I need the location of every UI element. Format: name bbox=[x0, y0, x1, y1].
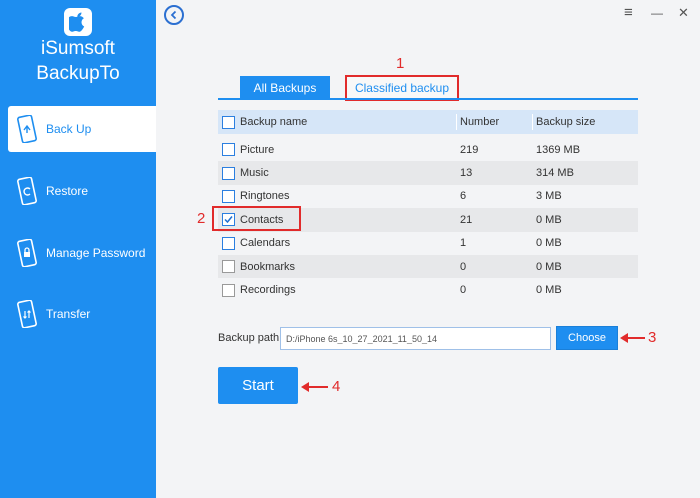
sidebar-item-back-up[interactable]: Back Up bbox=[8, 106, 156, 152]
row-size: 0 MB bbox=[536, 284, 562, 297]
minimize-icon[interactable]: — bbox=[651, 6, 663, 20]
row-number: 21 bbox=[460, 213, 473, 226]
tabs-underline bbox=[218, 98, 638, 100]
row-number: 13 bbox=[460, 167, 473, 180]
close-icon[interactable]: ✕ bbox=[678, 5, 689, 21]
table-header: Backup name Number Backup size bbox=[218, 110, 638, 134]
table-row[interactable]: Ringtones 6 3 MB bbox=[218, 185, 638, 208]
sidebar-item-label: Restore bbox=[46, 184, 89, 198]
row-checkbox[interactable] bbox=[222, 260, 235, 274]
sidebar-item-transfer[interactable]: Transfer bbox=[8, 291, 156, 337]
annotation-arrow-4 bbox=[301, 382, 328, 392]
header-number: Number bbox=[460, 116, 500, 128]
row-number: 219 bbox=[460, 143, 479, 156]
row-name: Ringtones bbox=[240, 190, 290, 203]
row-number: 6 bbox=[460, 190, 467, 203]
back-button[interactable] bbox=[164, 5, 184, 25]
phone-backup-icon bbox=[16, 115, 38, 143]
backup-path-input[interactable] bbox=[280, 327, 551, 350]
annotation-number-2: 2 bbox=[197, 210, 206, 227]
annotation-number-1: 1 bbox=[396, 55, 405, 72]
table-row[interactable]: Bookmarks 0 0 MB bbox=[218, 254, 638, 279]
select-all-checkbox[interactable] bbox=[222, 115, 235, 129]
choose-button[interactable]: Choose bbox=[556, 326, 618, 350]
menu-icon[interactable]: ≡ bbox=[624, 4, 633, 21]
row-name: Picture bbox=[240, 143, 275, 156]
header-backup-size: Backup size bbox=[536, 116, 596, 128]
row-number: 1 bbox=[460, 237, 467, 250]
row-checkbox[interactable] bbox=[222, 283, 235, 297]
row-checkbox[interactable] bbox=[222, 143, 235, 157]
row-checkbox[interactable] bbox=[222, 166, 235, 180]
row-name: Bookmarks bbox=[240, 260, 296, 273]
table-row[interactable]: Calendars 1 0 MB bbox=[218, 232, 638, 255]
highlight-box-contacts bbox=[212, 206, 301, 231]
table-row[interactable]: Music 13 314 MB bbox=[218, 161, 638, 185]
sidebar-item-label: Transfer bbox=[46, 307, 91, 321]
annotation-number-4: 4 bbox=[332, 378, 341, 395]
row-size: 3 MB bbox=[536, 190, 562, 203]
annotation-number-3: 3 bbox=[648, 329, 657, 346]
row-size: 0 MB bbox=[536, 260, 562, 273]
row-size: 314 MB bbox=[536, 167, 574, 180]
table-row[interactable]: Recordings 0 0 MB bbox=[218, 278, 638, 301]
apple-logo-icon bbox=[69, 12, 85, 32]
start-button[interactable]: Start bbox=[218, 367, 298, 404]
row-name: Recordings bbox=[240, 284, 296, 297]
phone-lock-icon bbox=[16, 239, 38, 267]
row-name: Calendars bbox=[240, 237, 291, 250]
row-checkbox[interactable] bbox=[222, 189, 235, 203]
annotation-arrow-3 bbox=[620, 333, 645, 343]
row-checkbox[interactable] bbox=[222, 236, 235, 250]
sidebar-item-restore[interactable]: Restore bbox=[8, 168, 156, 214]
app-name-line2: BackupTo bbox=[36, 63, 120, 84]
row-size: 1369 MB bbox=[536, 143, 581, 156]
header-backup-name: Backup name bbox=[240, 116, 308, 128]
sidebar-item-manage-password[interactable]: Manage Password bbox=[8, 230, 156, 276]
row-number: 0 bbox=[460, 260, 467, 273]
table-row[interactable]: Picture 219 1369 MB bbox=[218, 138, 638, 161]
tab-all-backups[interactable]: All Backups bbox=[240, 76, 330, 100]
backup-path-label: Backup path bbox=[218, 332, 280, 344]
app-name-line1: iSumsoft bbox=[41, 38, 115, 59]
sidebar-item-label: Back Up bbox=[46, 122, 92, 136]
row-name: Music bbox=[240, 167, 269, 180]
chevron-left-icon bbox=[170, 10, 177, 20]
sidebar-item-label: Manage Password bbox=[46, 246, 146, 260]
phone-transfer-icon bbox=[16, 300, 38, 328]
row-number: 0 bbox=[460, 284, 467, 297]
row-size: 0 MB bbox=[536, 213, 562, 226]
sidebar: iSumsoft BackupTo Back Up Restore Manage… bbox=[0, 0, 156, 498]
phone-restore-icon bbox=[16, 177, 38, 205]
row-size: 0 MB bbox=[536, 237, 562, 250]
app-logo bbox=[64, 8, 92, 36]
